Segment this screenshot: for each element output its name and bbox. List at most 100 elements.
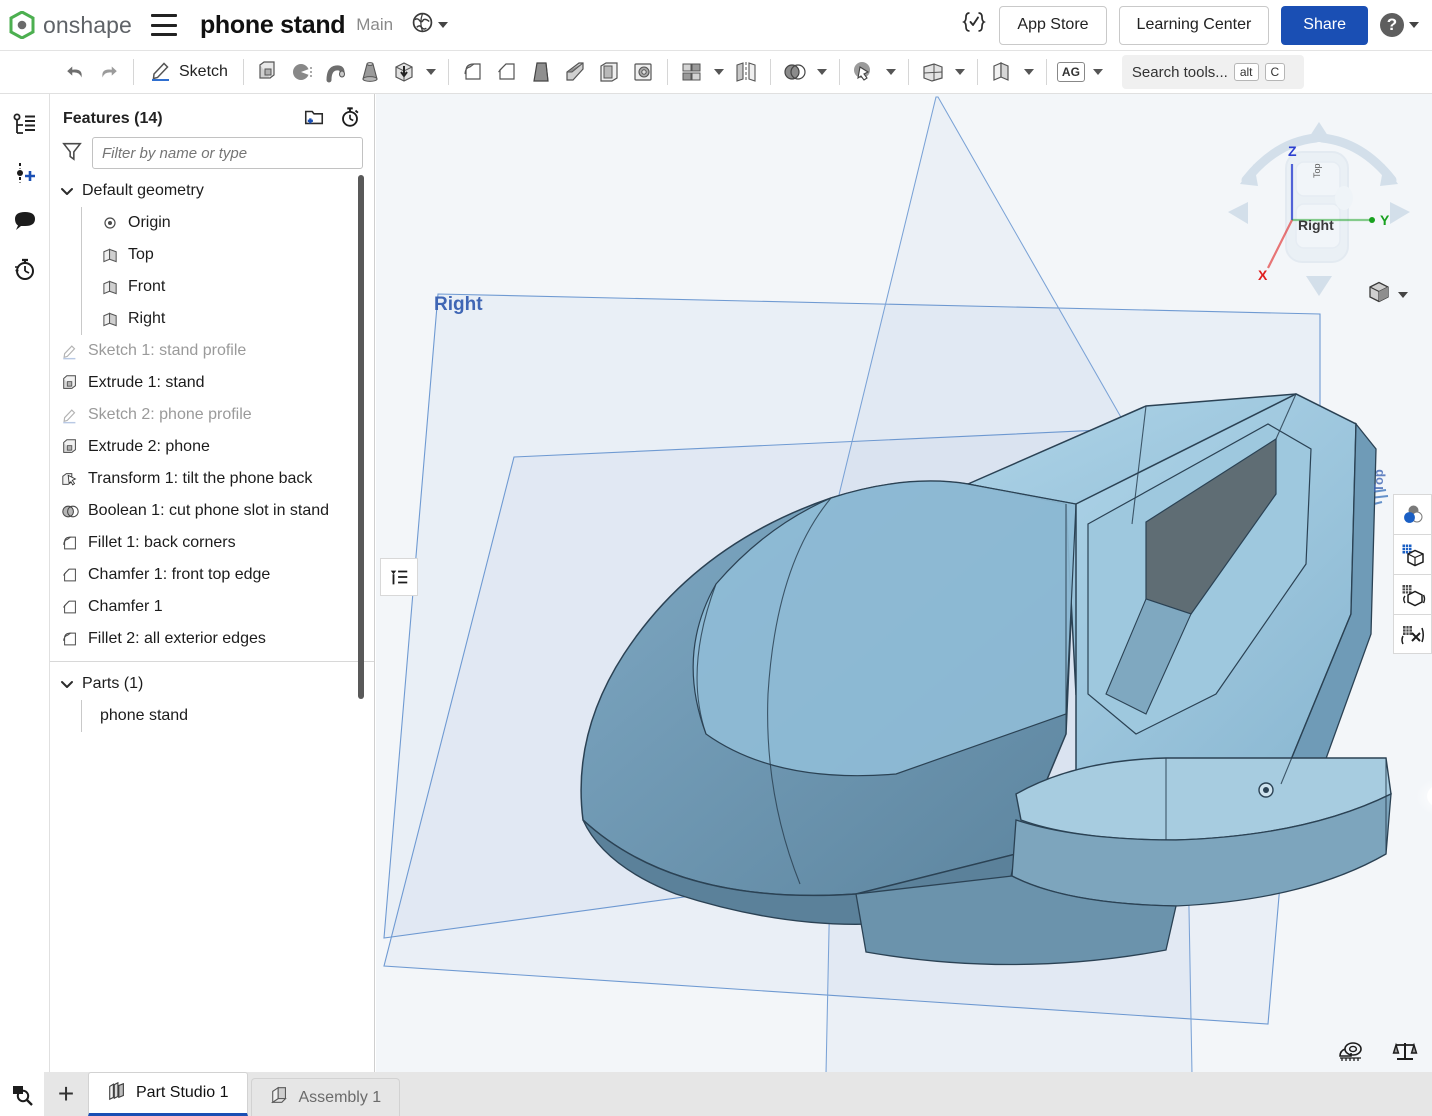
add-tab-button[interactable]: + [44,1072,88,1116]
branch-label[interactable]: Main [356,15,393,35]
sheet-metal-dropdown[interactable] [1019,55,1039,89]
mass-properties-icon[interactable] [1390,1038,1420,1066]
tree-group-default-geometry[interactable]: Default geometry [50,175,374,207]
sweep-icon[interactable] [319,55,353,89]
tab-part-studio-1[interactable]: Part Studio 1 [88,1072,248,1116]
tree-item-top-plane[interactable]: Top [50,239,374,271]
toolbar-divider [769,59,771,85]
rollback-timer-icon[interactable] [339,106,361,133]
measure-tape-icon[interactable] [1336,1038,1366,1066]
search-tools-input[interactable]: Search tools... alt C [1121,55,1304,89]
sheet-metal-icon[interactable] [985,55,1019,89]
tree-feature-transform-1[interactable]: Transform 1: tilt the phone back [50,463,374,495]
render-icon[interactable] [1393,614,1432,654]
collapse-list-icon[interactable] [380,558,418,596]
share-button[interactable]: Share [1281,5,1368,45]
tree-item-origin[interactable]: Origin [50,207,374,239]
tree-feature-label: Fillet 2: all exterior edges [88,630,266,647]
axis-z-label: Z [1288,143,1297,159]
redo-button[interactable] [92,55,126,89]
add-variable-icon[interactable] [8,156,42,190]
tree-group-parts[interactable]: Parts (1) [50,668,374,700]
new-folder-icon[interactable] [303,106,325,133]
mirror-icon[interactable] [729,55,763,89]
tree-feature-extrude-1[interactable]: Extrude 1: stand [50,367,374,399]
chamfer-icon[interactable] [490,55,524,89]
app-store-button[interactable]: App Store [999,5,1107,45]
history-icon[interactable] [8,252,42,286]
document-title[interactable]: phone stand [200,11,346,40]
revolve-icon[interactable] [285,55,319,89]
pattern-icon[interactable] [675,55,709,89]
onshape-logo-icon [9,10,35,40]
tree-item-label: Right [128,310,166,327]
fillet-icon[interactable] [456,55,490,89]
ag-dropdown[interactable] [1088,55,1108,89]
tree-group-label: Default geometry [82,182,204,199]
tree-feature-sketch-2[interactable]: Sketch 2: phone profile [50,399,374,431]
extrude-icon [60,373,80,393]
zoom-to-fit-icon[interactable] [0,1072,44,1116]
tree-feature-fillet-2[interactable]: Fillet 2: all exterior edges [50,623,374,655]
features-tree-scrollbar[interactable] [358,175,364,699]
view-cube[interactable]: Z Y X Right Top [1224,120,1414,300]
chevron-down-icon[interactable] [60,677,74,691]
transform-dropdown[interactable] [881,55,901,89]
rib-icon[interactable] [558,55,592,89]
loft-icon[interactable] [353,55,387,89]
comments-icon[interactable] [8,204,42,238]
sketch-label: Sketch [179,63,228,80]
featurescript-braces-icon[interactable] [961,9,987,41]
transform-icon[interactable] [847,55,881,89]
tab-assembly-1[interactable]: Assembly 1 [250,1078,401,1116]
boolean-icon[interactable] [778,55,812,89]
thicken-icon[interactable] [626,55,660,89]
tree-feature-sketch-1[interactable]: Sketch 1: stand profile [50,335,374,367]
tree-feature-boolean-1[interactable]: Boolean 1: cut phone slot in stand [50,495,374,527]
onshape-logo[interactable]: onshape [9,10,132,40]
hamburger-menu-icon[interactable] [150,14,177,36]
onshape-app-window: onshape phone stand Main App Store Learn… [0,0,1432,1116]
tree-feature-extrude-2[interactable]: Extrude 2: phone [50,431,374,463]
onshape-logo-text: onshape [43,11,132,38]
shell-icon[interactable] [592,55,626,89]
extrude-icon[interactable] [251,55,285,89]
workspace-globe-dropdown[interactable] [411,11,449,39]
3d-viewport[interactable]: Right Top Z Y X Right Top [376,94,1432,1072]
tree-feature-label: Sketch 1: stand profile [88,342,247,359]
plane-icon[interactable] [916,55,950,89]
toolbar-divider [447,59,449,85]
tree-feature-chamfer-1-dup[interactable]: Chamfer 1 [50,591,374,623]
feature-list-icon[interactable] [8,108,42,142]
tree-item-part[interactable]: phone stand [50,700,374,732]
undo-button[interactable] [58,55,92,89]
chevron-down-icon [438,22,449,28]
tree-item-right-plane[interactable]: Right [50,303,374,335]
explode-view-icon[interactable] [1393,574,1432,614]
boolean-dropdown[interactable] [812,55,832,89]
features-count-title: Features (14) [63,110,163,127]
cable-hole [1258,782,1274,798]
assembly-icon [270,1085,290,1110]
tree-feature-chamfer-1[interactable]: Chamfer 1: front top edge [50,559,374,591]
features-filter-input[interactable] [92,137,363,169]
tree-feature-label: Fillet 1: back corners [88,534,236,551]
sketch-button[interactable]: Sketch [141,55,236,89]
hole-dropdown[interactable] [421,55,441,89]
chevron-down-icon[interactable] [60,184,74,198]
appearance-icon[interactable] [1393,494,1432,534]
display-style-dropdown[interactable] [1366,279,1408,310]
assembly-group-button[interactable]: AG [1054,55,1088,89]
tree-feature-fillet-1[interactable]: Fillet 1: back corners [50,527,374,559]
pattern-dropdown[interactable] [709,55,729,89]
funnel-filter-icon[interactable] [61,140,83,167]
learning-center-button[interactable]: Learning Center [1118,5,1270,45]
toolbar-divider [976,59,978,85]
help-menu[interactable]: ? [1380,13,1419,37]
tree-item-front-plane[interactable]: Front [50,271,374,303]
draft-icon[interactable] [524,55,558,89]
section-view-icon[interactable] [1393,534,1432,574]
plane-dropdown[interactable] [950,55,970,89]
top-header: onshape phone stand Main App Store Learn… [0,0,1432,51]
hole-icon[interactable] [387,55,421,89]
